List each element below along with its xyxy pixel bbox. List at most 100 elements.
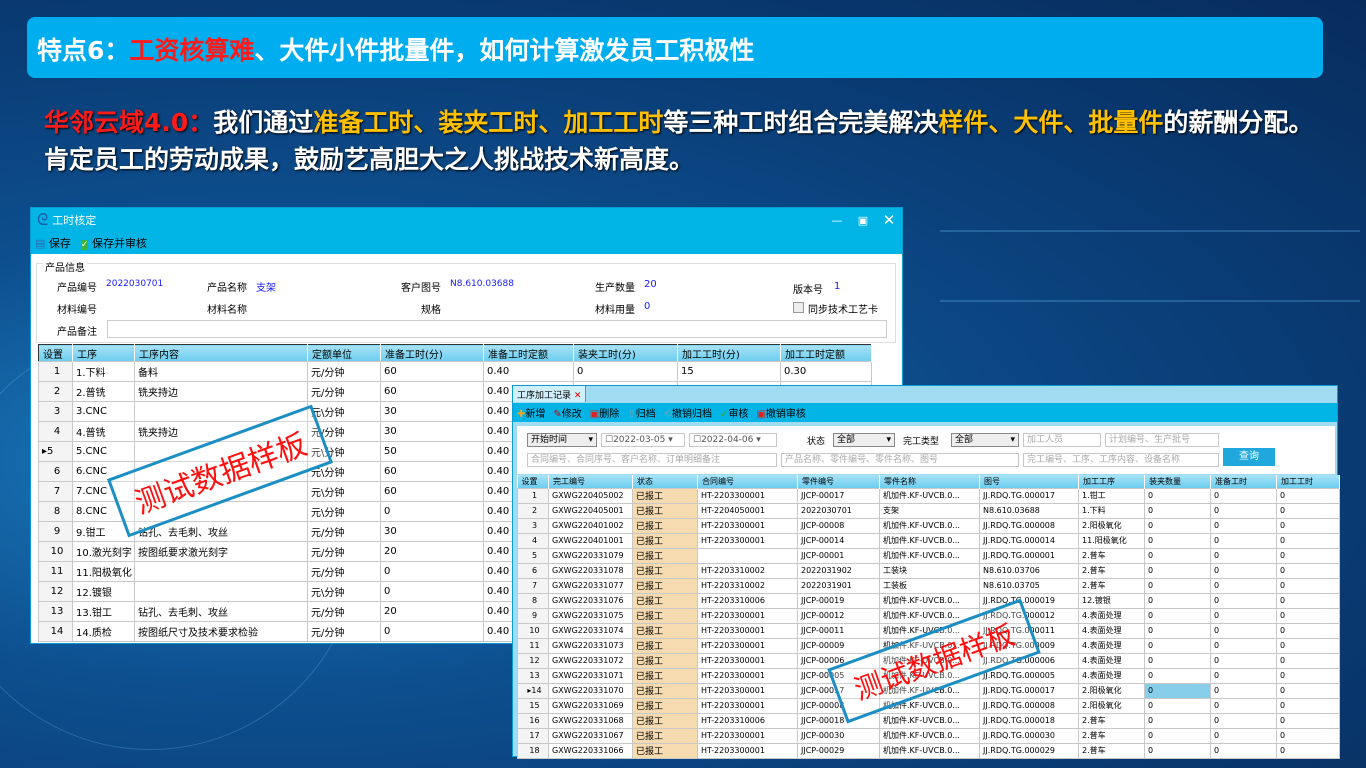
table-cell[interactable]: JJCP-00001: [797, 547, 880, 564]
table-cell[interactable]: 0: [1144, 652, 1211, 669]
table-cell[interactable]: 0: [1144, 592, 1211, 609]
table-row[interactable]: 4 GXWG220401001 已报工 HT-2203300001 JJCP-00014…: [517, 532, 1340, 549]
table-cell[interactable]: 0: [1276, 532, 1340, 549]
column-header[interactable]: 完工编号: [548, 475, 633, 488]
table-cell[interactable]: 0: [1144, 697, 1211, 714]
table-cell[interactable]: 机加件.KF-UVCB.0...: [879, 742, 980, 759]
table-row[interactable]: 16 GXWG220331068 已报工 HT-2203310006 JJCP-0001…: [517, 712, 1340, 729]
table-cell[interactable]: 0: [1210, 727, 1277, 744]
table-cell[interactable]: HT-2203300001: [697, 652, 798, 669]
table-cell[interactable]: 按图纸尺寸及技术要求检验: [134, 621, 308, 642]
date-from-picker[interactable]: ☐2022-03-05 ▾: [601, 433, 685, 447]
column-header[interactable]: 图号: [979, 475, 1079, 488]
table-cell[interactable]: 0: [1210, 562, 1277, 579]
table-cell[interactable]: 已报工: [632, 607, 698, 624]
table-cell[interactable]: N8.610.03706: [979, 562, 1079, 579]
table-cell[interactable]: 60: [380, 461, 484, 482]
table-cell[interactable]: 0: [380, 561, 484, 582]
column-header[interactable]: 定额单位: [307, 344, 381, 362]
table-cell[interactable]: 元/分钟: [307, 561, 381, 582]
table-cell[interactable]: 0: [1276, 637, 1340, 654]
table-cell[interactable]: GXWG220331068: [548, 712, 633, 729]
table-cell[interactable]: GXWG220331071: [548, 667, 633, 684]
table-cell[interactable]: 0: [380, 581, 484, 602]
table-cell[interactable]: JJ.RDQ.TG.000030: [979, 727, 1079, 744]
table-cell[interactable]: 工装板: [879, 577, 980, 594]
table-cell[interactable]: 60: [380, 481, 484, 502]
table-cell[interactable]: 已报工: [632, 652, 698, 669]
table-cell[interactable]: 60: [380, 361, 484, 382]
table-cell[interactable]: 机加件.KF-UVCB.0...: [879, 727, 980, 744]
table-cell[interactable]: HT-2203300001: [697, 682, 798, 699]
table-cell[interactable]: 20: [380, 601, 484, 622]
table-cell[interactable]: JJCP-00011: [797, 622, 880, 639]
table-row[interactable]: 5 GXWG220331079 已报工 JJCP-00001 机加件.KF-UVCB.0…: [517, 547, 1340, 564]
table-cell[interactable]: GXWG220331070: [548, 682, 633, 699]
table-cell[interactable]: JJ.RDQ.TG.000017: [979, 487, 1079, 504]
table-cell[interactable]: 2.普车: [1078, 712, 1145, 729]
table-cell[interactable]: 2.普车: [1078, 562, 1145, 579]
table-cell[interactable]: 0: [1210, 667, 1277, 684]
maximize-icon[interactable]: ▣: [850, 214, 876, 227]
table-cell[interactable]: 0.40: [483, 361, 574, 382]
table-cell[interactable]: 0: [380, 501, 484, 522]
table-cell[interactable]: 0: [1276, 667, 1340, 684]
table-cell[interactable]: 2.普车: [1078, 547, 1145, 564]
table-cell[interactable]: 0: [1144, 712, 1211, 729]
toolbar-button-3[interactable]: ⇧归档: [627, 405, 655, 420]
table-cell[interactable]: HT-2203300001: [697, 637, 798, 654]
table-cell[interactable]: 4.表面处理: [1078, 622, 1145, 639]
table-cell[interactable]: 已报工: [632, 697, 698, 714]
table-row[interactable]: 3 GXWG220401002 已报工 HT-2203300001 JJCP-00008…: [517, 517, 1340, 534]
table-cell[interactable]: 已报工: [632, 487, 698, 504]
table-cell[interactable]: 0: [1276, 652, 1340, 669]
table-cell[interactable]: 4.表面处理: [1078, 667, 1145, 684]
table-cell[interactable]: 0: [1276, 577, 1340, 594]
table-cell[interactable]: 0: [1276, 592, 1340, 609]
table-cell[interactable]: JJCP-00030: [797, 727, 880, 744]
table-cell[interactable]: HT-2203310002: [697, 562, 798, 579]
table-cell[interactable]: 0: [1210, 622, 1277, 639]
table-cell[interactable]: HT-2203300001: [697, 532, 798, 549]
table-cell[interactable]: 4.普铣: [72, 421, 135, 442]
table-cell[interactable]: HT-2203300001: [697, 697, 798, 714]
table-cell[interactable]: 12.镀银: [1078, 592, 1145, 609]
column-header[interactable]: 加工工序: [1078, 475, 1145, 488]
table-cell[interactable]: 2.普铣: [72, 381, 135, 402]
table-cell[interactable]: 铣夹持边: [134, 381, 308, 402]
table-cell[interactable]: 30: [380, 401, 484, 422]
table-cell[interactable]: 机加件.KF-UVCB.0...: [879, 532, 980, 549]
table-cell[interactable]: 0: [1144, 727, 1211, 744]
column-header[interactable]: 加工工时(分): [677, 344, 781, 362]
table-row[interactable]: 8 GXWG220331076 已报工 HT-2203310006 JJCP-00019…: [517, 592, 1340, 609]
table-cell[interactable]: 60: [380, 381, 484, 402]
table-cell[interactable]: 4.表面处理: [1078, 637, 1145, 654]
contract-input[interactable]: 合同编号、合同序号、客户名称、订单明细备注: [527, 453, 777, 467]
table-cell[interactable]: GXWG220331075: [548, 607, 633, 624]
table-cell[interactable]: 元/分钟: [307, 381, 381, 402]
table-cell[interactable]: 0: [1276, 622, 1340, 639]
table-cell[interactable]: JJCP-00017: [797, 487, 880, 504]
table-row[interactable]: 9 GXWG220331075 已报工 HT-2203300001 JJCP-00012…: [517, 607, 1340, 624]
table-cell[interactable]: 20: [380, 541, 484, 562]
save-button[interactable]: ▤ 保存: [35, 235, 71, 251]
table-cell[interactable]: 元/分钟: [307, 521, 381, 542]
table-cell[interactable]: GXWG220331077: [548, 577, 633, 594]
table-cell[interactable]: 0: [1210, 487, 1277, 504]
table-cell[interactable]: 4.表面处理: [1078, 607, 1145, 624]
sync-checkbox[interactable]: [793, 302, 804, 313]
table-cell[interactable]: 0: [1210, 547, 1277, 564]
column-header[interactable]: 工序: [72, 344, 135, 362]
table-cell[interactable]: 0: [1144, 742, 1211, 759]
toolbar-button-4[interactable]: ⟲撤销归档: [664, 405, 712, 420]
table-cell[interactable]: 14.质检: [72, 621, 135, 642]
date-to-checkbox[interactable]: ☐: [693, 435, 701, 445]
table-cell[interactable]: [134, 581, 308, 602]
close-tab-icon[interactable]: ✕: [574, 391, 582, 401]
table-cell[interactable]: 0: [1144, 577, 1211, 594]
table-cell[interactable]: 0: [1276, 727, 1340, 744]
table-cell[interactable]: GXWG220401001: [548, 532, 633, 549]
table-cell[interactable]: JJCP-00012: [797, 607, 880, 624]
table-cell[interactable]: 0: [1210, 517, 1277, 534]
table-cell[interactable]: N8.610.03688: [979, 502, 1079, 519]
